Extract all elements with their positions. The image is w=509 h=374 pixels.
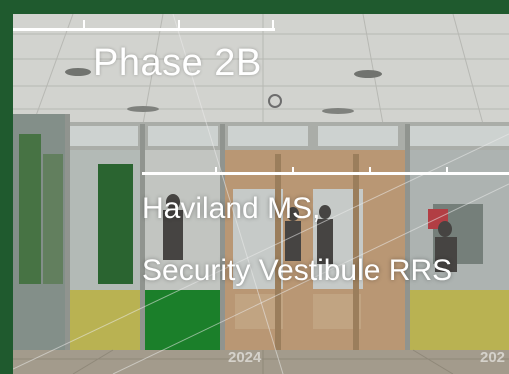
timeline-rule-top xyxy=(13,28,275,31)
timeline-tick xyxy=(178,20,180,28)
project-name: Haviland MS, xyxy=(142,192,321,225)
timeline-rule-middle xyxy=(142,172,509,175)
year-label-right: 202 xyxy=(480,349,506,366)
timeline-tick xyxy=(83,20,85,28)
timeline-tick xyxy=(446,167,448,175)
slide-frame: Phase 2B Haviland MS, Security Vestibule… xyxy=(0,0,509,374)
timeline-tick xyxy=(292,167,294,175)
timeline-tick xyxy=(215,167,217,175)
year-label-left: 2024 xyxy=(228,349,262,366)
timeline-tick xyxy=(272,20,274,28)
timeline-tick xyxy=(369,167,371,175)
project-detail: Security Vestibule RRS xyxy=(142,254,453,287)
phase-title: Phase 2B xyxy=(93,42,262,84)
